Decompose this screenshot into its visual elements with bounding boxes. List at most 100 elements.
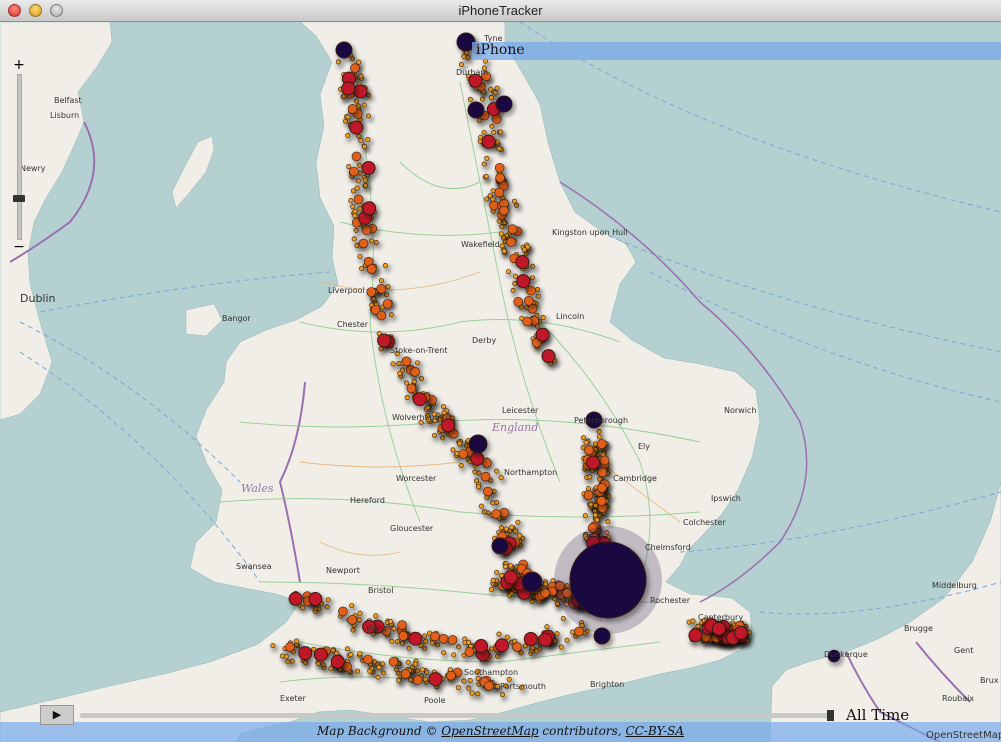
place-label-wakefield: Wakefield: [461, 240, 500, 249]
location-point-small: [501, 248, 507, 254]
location-point-medium: [358, 238, 369, 249]
location-point-medium: [507, 224, 518, 234]
timeline-track[interactable]: [80, 713, 830, 718]
location-point-small: [419, 667, 425, 673]
location-point-small: [404, 395, 410, 401]
zoom-slider-rail[interactable]: [17, 74, 22, 240]
location-point-medium: [347, 104, 358, 114]
location-point-medium: [512, 642, 522, 652]
location-point-cluster: [467, 101, 485, 119]
location-point-large: [362, 201, 377, 216]
place-label-norwich: Norwich: [724, 406, 757, 415]
zoom-slider-knob[interactable]: [13, 195, 25, 202]
location-point-small: [346, 163, 352, 169]
map-attribution: Map Background © OpenStreetMap contribut…: [0, 724, 1001, 738]
location-point-small: [345, 114, 351, 120]
location-point-small: [500, 692, 506, 698]
location-point-medium: [338, 606, 348, 617]
location-point-small: [458, 62, 464, 68]
location-point-cluster: [335, 41, 353, 59]
location-point-small: [373, 613, 379, 619]
location-point-medium: [350, 63, 360, 74]
place-label-liverpool: Liverpool: [328, 286, 365, 295]
map-view[interactable]: Dublin Belfast Lisburn Newry Durham Tyne Kings…: [0, 22, 1001, 742]
zoom-control[interactable]: + −: [10, 58, 28, 258]
location-point-small: [357, 253, 363, 259]
time-range-label: All Time: [846, 706, 910, 724]
location-point-small: [490, 196, 496, 202]
place-label-poole: Poole: [424, 696, 446, 705]
location-point-large: [523, 631, 538, 646]
device-highlight-bar: [472, 42, 1001, 60]
location-point-small: [358, 137, 364, 143]
place-label-chester: Chester: [337, 320, 369, 329]
location-point-medium: [406, 383, 417, 394]
location-point-large: [361, 160, 376, 175]
place-label-brighton: Brighton: [590, 680, 625, 689]
location-point-medium: [353, 194, 364, 205]
location-point-small: [585, 486, 591, 492]
osm-corner-label: OpenStreetMap: [926, 730, 1001, 741]
location-point-small: [498, 231, 504, 237]
attribution-prefix: Map Background ©: [316, 724, 442, 738]
zoom-out-button[interactable]: −: [12, 240, 26, 254]
location-point-medium: [484, 681, 494, 691]
place-label-northampton: Northampton: [504, 468, 558, 477]
location-point-small: [359, 265, 365, 271]
location-point-small: [348, 652, 354, 658]
openstreetmap-link[interactable]: OpenStreetMap: [441, 724, 538, 738]
location-point-small: [583, 440, 589, 446]
location-point-medium: [491, 509, 502, 519]
place-label-derby: Derby: [472, 336, 497, 345]
location-point-small: [365, 113, 371, 119]
map-canvas[interactable]: [0, 22, 1001, 742]
play-button[interactable]: ▶: [40, 705, 74, 725]
location-point-small: [517, 533, 523, 539]
title-bar[interactable]: iPhoneTracker: [0, 0, 1001, 22]
location-point-small: [376, 664, 382, 670]
location-point-medium: [398, 631, 409, 641]
location-point-medium: [412, 675, 423, 685]
location-point-small: [467, 678, 473, 684]
location-point-small: [283, 653, 289, 659]
location-point-small: [388, 619, 394, 625]
place-label-kingston-upon-hull: Kingston upon Hull: [552, 228, 628, 237]
location-point-small: [504, 634, 510, 640]
location-point-medium: [523, 296, 534, 306]
place-label-roubaix: Roubaix: [942, 694, 975, 703]
location-point-medium: [430, 631, 440, 642]
location-point-small: [450, 447, 456, 453]
location-point-small: [350, 204, 356, 210]
location-point-small: [484, 196, 490, 202]
location-point-small: [493, 468, 499, 474]
location-point-small: [355, 668, 361, 674]
location-point-small: [357, 610, 363, 616]
location-point-small: [351, 236, 357, 242]
location-point-small: [441, 650, 447, 656]
place-label-bangor: Bangor: [222, 314, 251, 323]
timeline-thumb[interactable]: [827, 710, 834, 721]
location-point-small: [356, 59, 362, 65]
location-point-small: [390, 361, 396, 367]
location-point-small: [489, 586, 495, 592]
location-point-medium: [574, 626, 584, 637]
location-point-medium: [495, 173, 505, 183]
location-point-small: [357, 651, 363, 657]
location-point-small: [582, 513, 588, 519]
place-label-wolverhampton: Wolverhampton: [392, 413, 456, 422]
location-point-cluster: [495, 95, 513, 113]
location-point-small: [432, 432, 438, 438]
location-point-small: [506, 676, 512, 682]
place-label-hereford: Hereford: [350, 496, 385, 505]
location-point-small: [503, 526, 509, 532]
place-label-cambridge: Cambridge: [613, 474, 657, 483]
location-point-medium: [447, 635, 458, 645]
location-point-medium: [597, 439, 607, 449]
location-point-large: [377, 333, 392, 348]
location-point-small: [525, 244, 531, 250]
place-label-gent: Gent: [954, 646, 974, 655]
location-point-small: [605, 519, 611, 525]
cc-by-sa-link[interactable]: CC-BY-SA: [625, 724, 684, 738]
zoom-in-button[interactable]: +: [12, 58, 26, 72]
place-label-lisburn: Lisburn: [50, 111, 80, 120]
